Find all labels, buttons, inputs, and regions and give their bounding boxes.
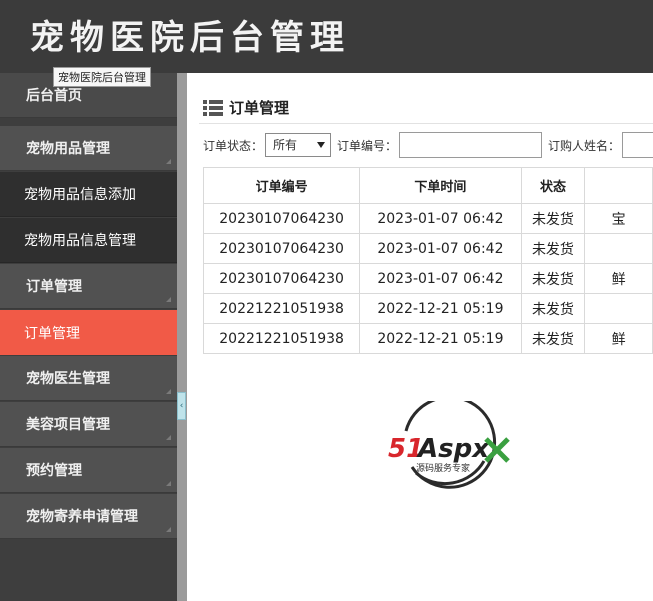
expand-corner-icon [166, 527, 171, 532]
sidebar-splitter[interactable] [177, 73, 187, 601]
cell-more [584, 293, 653, 324]
app-header: 宠物医院后台管理 [0, 0, 653, 73]
expand-corner-icon [166, 159, 171, 164]
cell-order-no: 20230107064230 [202, 233, 361, 264]
table-row[interactable]: 20230107064230 2023-01-07 06:42 未发货 [202, 233, 653, 264]
sidebar-group-supplies[interactable]: 宠物用品管理 [0, 126, 177, 171]
table-row[interactable]: 20230107064230 2023-01-07 06:42 未发货 宝 [202, 203, 653, 234]
sidebar-group-doctors[interactable]: 宠物医生管理 [0, 356, 177, 401]
chevron-down-icon [317, 142, 326, 148]
status-select-value: 所有 [273, 138, 298, 152]
sidebar-group-boarding[interactable]: 宠物寄养申请管理 [0, 494, 177, 539]
cell-status: 未发货 [520, 323, 586, 354]
column-header-order-time[interactable]: 下单时间 [359, 167, 522, 204]
sidebar-item-label: 预约管理 [26, 463, 82, 479]
page-title: 订单管理 [203, 97, 289, 118]
status-filter-label: 订单状态： [203, 138, 264, 153]
list-icon [203, 99, 223, 116]
cell-status: 未发货 [520, 263, 586, 294]
cell-order-no: 20230107064230 [202, 263, 361, 294]
app-title: 宠物医院后台管理 [30, 18, 350, 58]
sidebar-item-label: 订单管理 [26, 279, 82, 295]
sidebar-item-label: 后台首页 [26, 88, 82, 104]
sidebar-item-label: 宠物用品信息管理 [24, 233, 136, 249]
expand-corner-icon [166, 389, 171, 394]
cell-more: 宝 [584, 203, 653, 234]
expand-corner-icon [166, 297, 171, 302]
orders-table: 订单编号 下单时间 状态 20230107064230 2023-01-07 0… [202, 167, 653, 354]
cell-order-time: 2023-01-07 06:42 [359, 233, 522, 264]
sidebar-item-label: 宠物寄养申请管理 [26, 509, 138, 525]
cell-order-no: 20221221051938 [202, 293, 361, 324]
page-title-text: 订单管理 [229, 99, 290, 117]
title-tooltip: 宠物医院后台管理 [53, 67, 151, 87]
order-no-input[interactable] [399, 132, 543, 158]
cell-status: 未发货 [520, 233, 586, 264]
collapse-sidebar-icon[interactable]: ‹ [177, 392, 186, 420]
sidebar-item-label: 宠物医生管理 [26, 371, 110, 387]
buyer-name-input[interactable] [622, 132, 653, 158]
column-header-more[interactable] [584, 167, 653, 204]
logo-tagline: 源码服务专家 [416, 462, 470, 474]
sidebar: 后台首页 宠物用品管理 宠物用品信息添加 宠物用品信息管理 订单管理 订单管理 … [0, 73, 177, 601]
cell-more [584, 233, 653, 264]
sidebar-item-orders-active[interactable]: 订单管理 [0, 310, 177, 355]
cell-order-no: 20221221051938 [202, 323, 361, 354]
cell-order-time: 2023-01-07 06:42 [359, 263, 522, 294]
cell-more: 鲜 [584, 263, 653, 294]
order-no-label: 订单编号： [337, 138, 398, 153]
sidebar-group-orders[interactable]: 订单管理 [0, 264, 177, 309]
sidebar-group-appointments[interactable]: 预约管理 [0, 448, 177, 493]
cell-order-time: 2023-01-07 06:42 [359, 203, 522, 234]
table-row[interactable]: 20221221051938 2022-12-21 05:19 未发货 [202, 293, 653, 324]
sidebar-item-label: 宠物用品管理 [26, 141, 110, 157]
sidebar-group-grooming[interactable]: 美容项目管理 [0, 402, 177, 447]
expand-corner-icon [166, 481, 171, 486]
column-header-status[interactable]: 状态 [520, 167, 586, 204]
cell-order-time: 2022-12-21 05:19 [359, 323, 522, 354]
sidebar-item-label: 美容项目管理 [26, 417, 110, 433]
sidebar-item-label: 订单管理 [24, 325, 80, 342]
table-row[interactable]: 20230107064230 2023-01-07 06:42 未发货 鲜 [202, 263, 653, 294]
cell-status: 未发货 [520, 203, 586, 234]
cell-status: 未发货 [520, 293, 586, 324]
buyer-name-label: 订购人姓名： [548, 138, 621, 153]
sidebar-item-label: 宠物用品信息添加 [24, 187, 136, 203]
sidebar-item-supplies-manage[interactable]: 宠物用品信息管理 [0, 218, 177, 263]
cell-order-time: 2022-12-21 05:19 [359, 293, 522, 324]
logo-word: Aspx [416, 434, 490, 464]
sidebar-item-supplies-add[interactable]: 宠物用品信息添加 [0, 172, 177, 217]
expand-corner-icon [166, 435, 171, 440]
table-row[interactable]: 20221221051938 2022-12-21 05:19 未发货 鲜 [202, 323, 653, 354]
main-content: 订单管理 订单状态： 所有 订单编号： 订购人姓名： 订单编号 下单时间 状态 … [187, 73, 653, 601]
cell-more: 鲜 [584, 323, 653, 354]
column-header-order-no[interactable]: 订单编号 [202, 167, 361, 204]
filter-bar: 订单状态： 所有 订单编号： 订购人姓名： [203, 131, 653, 159]
status-select[interactable]: 所有 [265, 133, 332, 157]
cell-order-no: 20230107064230 [202, 203, 361, 234]
watermark-logo: 51 Aspx 源码服务专家 [388, 401, 510, 489]
table-header-row: 订单编号 下单时间 状态 [202, 167, 653, 204]
divider [199, 123, 653, 124]
